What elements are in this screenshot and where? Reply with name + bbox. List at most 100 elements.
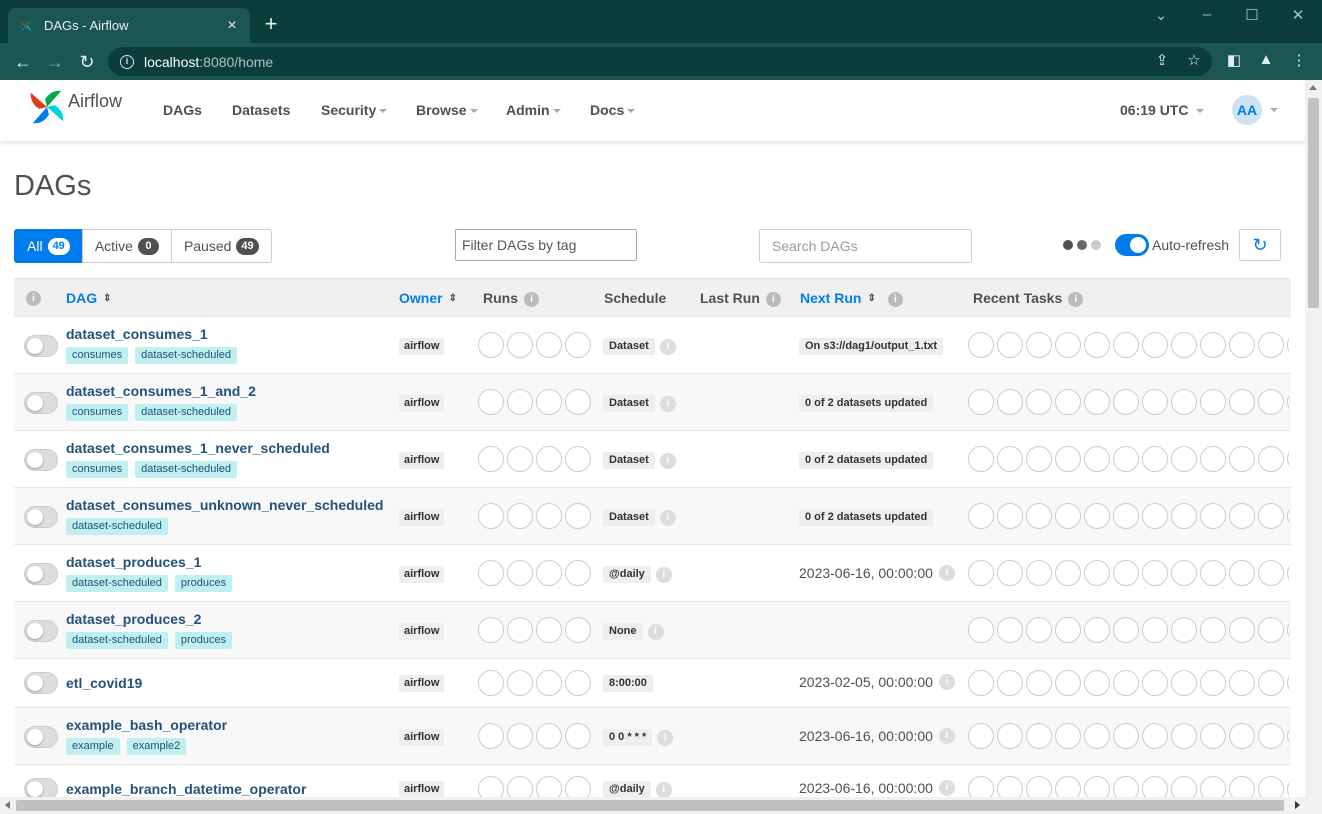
dag-id-link[interactable]: dataset_consumes_1_and_2 (66, 383, 256, 399)
task-state-circle[interactable] (968, 723, 994, 749)
pause-toggle[interactable] (24, 672, 58, 694)
schedule-badge[interactable]: @daily (603, 781, 651, 798)
task-state-circle[interactable] (1113, 560, 1139, 586)
task-state-circle[interactable] (1084, 332, 1110, 358)
task-state-circle[interactable] (1200, 389, 1226, 415)
task-state-circle[interactable] (1258, 503, 1284, 529)
task-state-circle[interactable] (1171, 617, 1197, 643)
run-state-circle[interactable] (536, 389, 562, 415)
dag-tag[interactable]: consumes (66, 404, 129, 421)
task-state-circle[interactable] (1055, 723, 1081, 749)
schedule-badge[interactable]: 0 0 * * * (603, 729, 653, 746)
schedule-badge[interactable]: None (603, 623, 643, 640)
tag-filter-input[interactable]: Filter DAGs by tag (455, 229, 637, 261)
task-state-circle[interactable] (1113, 446, 1139, 472)
task-state-circle[interactable] (1171, 503, 1197, 529)
task-state-circle[interactable] (1171, 560, 1197, 586)
task-state-circle[interactable] (968, 617, 994, 643)
task-state-circle[interactable] (1026, 723, 1052, 749)
info-icon[interactable]: i (659, 395, 676, 412)
task-state-circle[interactable] (1287, 617, 1289, 643)
info-icon[interactable]: i (765, 291, 781, 307)
dag-tag[interactable]: example2 (126, 738, 187, 755)
tab-active[interactable]: Active 0 (81, 229, 172, 263)
task-state-circle[interactable] (1026, 503, 1052, 529)
task-state-circle[interactable] (1229, 560, 1255, 586)
run-state-circle[interactable] (536, 670, 562, 696)
info-icon[interactable]: i (938, 565, 955, 581)
task-state-circle[interactable] (1113, 670, 1139, 696)
run-state-circle[interactable] (478, 446, 504, 472)
task-state-circle[interactable] (1055, 617, 1081, 643)
task-state-circle[interactable] (1287, 389, 1289, 415)
task-state-circle[interactable] (997, 723, 1023, 749)
maximize-icon[interactable]: ☐ (1242, 6, 1262, 24)
info-icon[interactable]: i (26, 290, 41, 308)
task-state-circle[interactable] (1258, 670, 1284, 696)
info-icon[interactable]: i (659, 338, 676, 355)
run-state-circle[interactable] (478, 560, 504, 586)
dag-tag[interactable]: dataset-scheduled (66, 518, 168, 535)
pause-toggle[interactable] (24, 563, 58, 585)
task-state-circle[interactable] (1200, 617, 1226, 643)
task-state-circle[interactable] (997, 503, 1023, 529)
schedule-badge[interactable]: Dataset (603, 338, 655, 355)
nav-datasets[interactable]: Datasets (232, 102, 290, 118)
task-state-circle[interactable] (1113, 617, 1139, 643)
run-state-circle[interactable] (478, 670, 504, 696)
dag-id-link[interactable]: etl_covid19 (66, 675, 142, 691)
dag-tag[interactable]: dataset-scheduled (135, 461, 238, 478)
dag-tag[interactable]: produces (174, 632, 233, 649)
auto-refresh-switch[interactable] (1115, 234, 1149, 256)
browser-tab[interactable]: DAGs - Airflow × (8, 8, 250, 43)
side-panel-icon[interactable]: ◧ (1224, 51, 1244, 69)
run-state-circle[interactable] (565, 332, 591, 358)
task-state-circle[interactable] (968, 389, 994, 415)
task-state-circle[interactable] (997, 446, 1023, 472)
run-state-circle[interactable] (565, 503, 591, 529)
run-state-circle[interactable] (565, 670, 591, 696)
task-state-circle[interactable] (1287, 503, 1289, 529)
run-state-circle[interactable] (536, 617, 562, 643)
task-state-circle[interactable] (1142, 617, 1168, 643)
dag-tag[interactable]: consumes (66, 461, 129, 478)
info-icon[interactable]: i (938, 728, 955, 744)
task-state-circle[interactable] (1229, 389, 1255, 415)
dag-tag[interactable]: example (66, 738, 120, 755)
task-state-circle[interactable] (1229, 617, 1255, 643)
task-state-circle[interactable] (1171, 446, 1197, 472)
task-state-circle[interactable] (1171, 723, 1197, 749)
run-state-circle[interactable] (536, 560, 562, 586)
tab-search-icon[interactable]: ⌄ (1151, 6, 1171, 24)
pause-toggle[interactable] (24, 449, 58, 471)
run-state-circle[interactable] (507, 503, 533, 529)
owner-badge[interactable]: airflow (399, 623, 445, 640)
run-state-circle[interactable] (478, 617, 504, 643)
dag-id-link[interactable]: example_bash_operator (66, 717, 227, 733)
browser-menu-icon[interactable]: ⋮ (1289, 51, 1309, 69)
task-state-circle[interactable] (1200, 503, 1226, 529)
schedule-badge[interactable]: Dataset (603, 395, 655, 412)
run-state-circle[interactable] (536, 723, 562, 749)
run-state-circle[interactable] (565, 560, 591, 586)
run-state-circle[interactable] (478, 332, 504, 358)
dag-tag[interactable]: produces (174, 575, 233, 592)
task-state-circle[interactable] (1142, 332, 1168, 358)
new-tab-icon[interactable]: + (260, 13, 282, 35)
run-state-circle[interactable] (536, 332, 562, 358)
task-state-circle[interactable] (1200, 446, 1226, 472)
brand-link[interactable]: Airflow (28, 88, 122, 126)
task-state-circle[interactable] (997, 617, 1023, 643)
task-state-circle[interactable] (1142, 560, 1168, 586)
run-state-circle[interactable] (478, 723, 504, 749)
info-icon[interactable]: i (655, 781, 672, 798)
pause-toggle[interactable] (24, 726, 58, 748)
task-state-circle[interactable] (1287, 670, 1289, 696)
nav-docs[interactable]: Docs (590, 102, 636, 118)
task-state-circle[interactable] (1113, 332, 1139, 358)
forward-icon[interactable]: → (44, 51, 66, 73)
task-state-circle[interactable] (1026, 446, 1052, 472)
scrollbar-thumb[interactable] (16, 800, 1284, 811)
dag-id-link[interactable]: dataset_produces_1 (66, 554, 201, 570)
info-icon[interactable]: i (938, 780, 955, 796)
